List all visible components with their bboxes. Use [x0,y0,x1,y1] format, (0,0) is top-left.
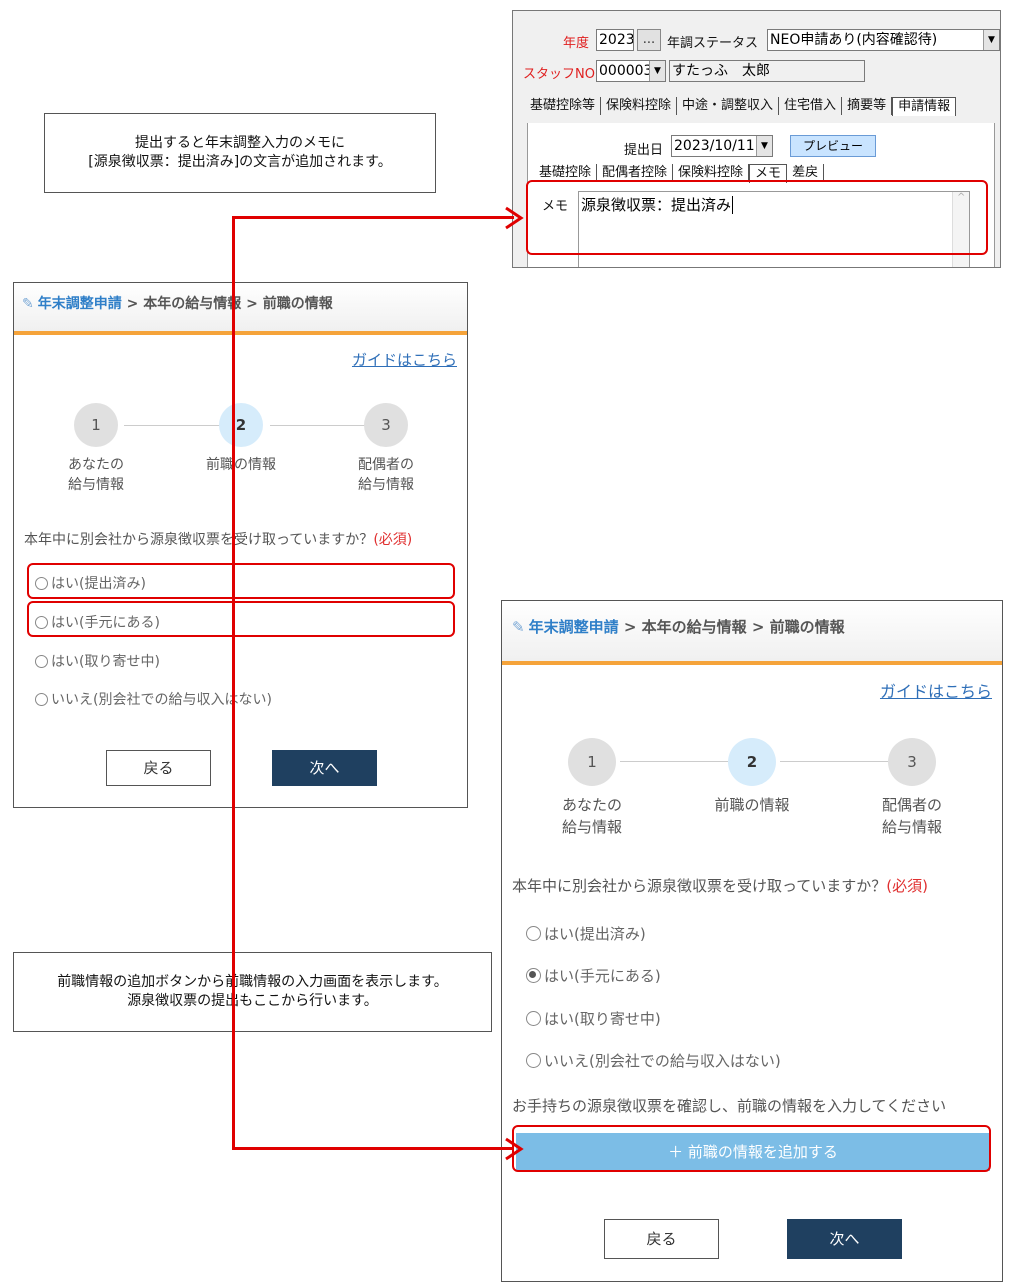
tab-midyear-income[interactable]: 中途・調整収入 [677,97,780,115]
step-1-circle: 1 [74,403,118,447]
breadcrumb: ✎ 年末調整申請 > 本年の給与情報 > 前職の情報 [512,616,845,637]
required-mark: (必須) [886,877,928,895]
note-memo-line2: [源泉徴収票：提出済み]の文言が追加されます。 [88,154,392,170]
add-button-highlight-frame [512,1125,991,1172]
year-ellipsis-button[interactable]: ... [637,29,661,51]
connector-bottom-horizontal [232,1147,514,1150]
form-header: ✎ 年末調整申請 > 本年の給与情報 > 前職の情報 [502,601,1002,665]
form-after: ✎ 年末調整申請 > 本年の給与情報 > 前職の情報 ガイドはこちら 1 2 3 … [501,600,1003,1282]
step-1-label: あなたの 給与情報 [561,796,622,836]
radio-circle-icon [526,1053,541,1068]
step-1-circle: 1 [568,738,616,786]
staff-no-value: 000003 [599,63,653,79]
form-header: ✎ 年末調整申請 > 本年の給与情報 > 前職の情報 [14,283,467,335]
step-2-label: 前職の情報 [206,457,276,473]
note-add-explanation: 前職情報の追加ボタンから前職情報の入力画面を表示します。 源泉徴収票の提出もここ… [13,952,492,1032]
step-3-label: 配偶者の 給与情報 [881,796,942,836]
app-main-tabs: 基礎控除等 保険料控除 中途・調整収入 住宅借入 摘要等 申請情報 [525,97,957,116]
step-2-circle: 2 [219,403,263,447]
note-memo-explanation: 提出すると年末調整入力のメモに [源泉徴収票：提出済み]の文言が追加されます。 [44,113,436,193]
breadcrumb-home[interactable]: 年末調整申請 [38,296,122,312]
tab-application-info[interactable]: 申請情報 [892,97,957,116]
radio-on-hand[interactable]: はい(手元にある) [526,965,661,986]
tab-housing-loan[interactable]: 住宅借入 [779,97,843,115]
step-3-circle: 3 [364,403,408,447]
staff-name-field: すたっふ 太郎 [669,60,865,82]
step-3-circle: 3 [888,738,936,786]
next-button[interactable]: 次へ [787,1219,902,1259]
step-connector [780,761,888,762]
pencil-icon: ✎ [512,618,525,636]
breadcrumb: ✎ 年末調整申請 > 本年の給与情報 > 前職の情報 [22,293,333,313]
breadcrumb-rest: > 本年の給与情報 > 前職の情報 [618,618,845,636]
memo-highlight-frame [526,180,988,255]
chevron-down-icon[interactable]: ▼ [983,30,999,50]
info-text: お手持ちの源泉徴収票を確認し、前職の情報を入力してください [512,1097,947,1115]
radio-circle-icon [35,692,48,706]
note-add-line1: 前職情報の追加ボタンから前職情報の入力画面を表示します。 [57,974,448,990]
step-1-label: あなたの 給与情報 [68,457,124,493]
radio-requesting[interactable]: はい(取り寄せ中) [35,651,160,671]
step-connector [124,425,224,426]
submit-date-value: 2023/10/11 [674,138,755,154]
radio-circle-icon [526,926,541,941]
note-memo-line1: 提出すると年末調整入力のメモに [135,135,345,151]
guide-link[interactable]: ガイドはこちら [880,678,992,702]
radio-submitted[interactable]: はい(提出済み) [526,923,646,944]
back-button[interactable]: 戻る [604,1219,719,1259]
radio-requesting[interactable]: はい(取り寄せ中) [526,1008,661,1029]
step-2-circle: 2 [728,738,776,786]
step-2-label: 前職の情報 [714,796,790,814]
question-text: 本年中に別会社から源泉徴収票を受け取っていますか？(必須) [512,877,928,895]
chevron-down-icon[interactable]: ▼ [756,136,772,156]
next-button[interactable]: 次へ [272,750,377,786]
staff-no-select[interactable]: 000003 ▼ [596,60,666,82]
radio-selected-icon [526,968,541,983]
submit-date-label: 提出日 [624,143,664,158]
breadcrumb-home[interactable]: 年末調整申請 [529,618,619,636]
chevron-down-icon[interactable]: ▼ [649,61,665,81]
step-3-label: 配偶者の 給与情報 [358,457,414,493]
question-text: 本年中に別会社から源泉徴収票を受け取っていますか？(必須) [24,532,413,548]
arrow-right-icon [505,1137,524,1161]
tab-summary[interactable]: 摘要等 [842,97,893,115]
form-before: ✎ 年末調整申請 > 本年の給与情報 > 前職の情報 ガイドはこちら 1 2 3 … [13,282,468,808]
status-select[interactable]: NEO申請あり(内容確認待) ▼ [767,29,1000,51]
radio-no[interactable]: いいえ(別会社での給与収入はない) [35,689,272,709]
status-select-value: NEO申請あり(内容確認待) [770,32,938,48]
year-field[interactable]: 2023 [596,29,634,51]
status-label: 年調ステータス [667,36,759,51]
staff-label: スタッフNO [523,67,595,82]
preview-button[interactable]: プレビュー [790,135,876,157]
radio-no[interactable]: いいえ(別会社での給与収入はない) [526,1050,781,1071]
step-connector [620,761,728,762]
connector-vertical [232,216,235,1149]
submit-date-select[interactable]: 2023/10/11 ▼ [671,135,773,157]
note-add-line2: 源泉徴収票の提出もここから行います。 [127,993,378,1009]
back-button[interactable]: 戻る [106,750,211,786]
option-on-hand-highlight-frame [27,601,455,637]
guide-link[interactable]: ガイドはこちら [352,349,457,370]
year-label: 年度 [563,36,590,51]
option-submitted-highlight-frame [27,563,455,599]
required-mark: (必須) [373,532,413,548]
breadcrumb-rest: > 本年の給与情報 > 前職の情報 [121,296,333,312]
radio-circle-icon [526,1011,541,1026]
arrow-right-icon [505,206,524,230]
step-connector [270,425,370,426]
radio-circle-icon [35,654,48,668]
pencil-icon: ✎ [22,296,34,312]
tab-insurance-deduction[interactable]: 保険料控除 [601,97,678,115]
tab-basic-deduction[interactable]: 基礎控除等 [525,97,602,115]
connector-top-horizontal [232,216,514,219]
